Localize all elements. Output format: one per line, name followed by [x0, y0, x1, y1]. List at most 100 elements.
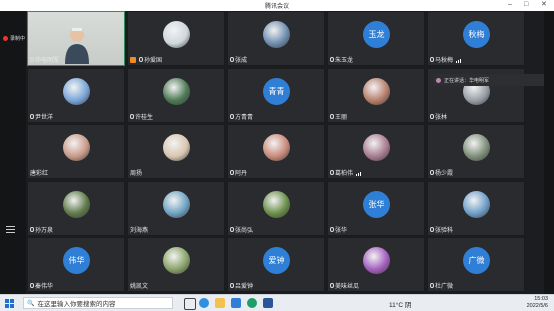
participant-tile[interactable]: 周扬 — [127, 124, 225, 179]
avatar: 张华 — [363, 190, 390, 218]
avatar — [363, 77, 390, 105]
avatar-initials: 玉龙 — [368, 30, 385, 39]
participant-tile[interactable]: 阿丹 — [227, 124, 325, 179]
word-icon[interactable] — [263, 298, 273, 308]
windows-start-icon[interactable] — [5, 299, 14, 308]
avatar — [63, 77, 90, 105]
microphone-icon — [30, 113, 34, 119]
participant-tile[interactable]: 张成 — [227, 11, 325, 66]
taskbar-search-input[interactable]: 🔍 在这里输入你要搜索的内容 — [23, 297, 173, 309]
participant-name: 张尚弘 — [235, 227, 254, 234]
participant-tile[interactable]: 刘海燕 — [127, 180, 225, 236]
participant-nameplate: 刘海燕 — [130, 225, 148, 234]
maximize-icon[interactable]: □ — [524, 1, 528, 9]
store-icon[interactable] — [231, 298, 241, 308]
participant-name: 唐彩红 — [30, 171, 49, 177]
participant-tile[interactable]: 尹世洋 — [27, 67, 125, 123]
participant-grid: 华电明军 孙爱国 张成 玉龙 朱玉龙 秋梅 马秋梅 尹世洋 许桂生 青青 方青青 王丽 张林 唐彩红 周扬阿… — [27, 11, 527, 294]
participant-nameplate: 葛柏伟 — [330, 168, 362, 177]
avatar-initials: 青青 — [268, 86, 285, 96]
participant-name: 孙爱国 — [144, 58, 163, 64]
participant-nameplate: 阿丹 — [230, 168, 247, 177]
participant-tile[interactable]: 青青方青青 — [227, 67, 325, 123]
participant-tile[interactable]: 秋梅马秋梅 — [427, 11, 525, 66]
minimize-icon[interactable]: – — [508, 1, 512, 9]
task-view-icon[interactable] — [184, 298, 196, 310]
menu-icon[interactable] — [6, 226, 15, 233]
system-clock[interactable]: 15:03 2022/5/6 — [527, 296, 548, 310]
participant-tile[interactable]: 杨少霞 — [427, 124, 525, 179]
microphone-icon — [430, 283, 434, 288]
participant-name: 王丽 — [335, 114, 348, 121]
participant-tile[interactable]: 美味丝瓜 — [327, 237, 425, 292]
avatar — [163, 190, 190, 218]
participant-tile[interactable]: 姚凯文 — [127, 237, 225, 292]
participant-nameplate: 张尚弘 — [230, 225, 253, 234]
audio-level-icon — [356, 170, 362, 176]
edge-browser-icon[interactable] — [199, 298, 209, 308]
audio-level-icon — [456, 57, 462, 63]
close-icon[interactable]: ✕ — [541, 1, 547, 9]
window-titlebar: 腾讯会议 – □ ✕ — [0, 0, 554, 11]
search-icon: 🔍 — [27, 300, 35, 307]
windows-taskbar: 🔍 在这里输入你要搜索的内容 11°C 阴 15:03 2022/5/6 — [0, 294, 554, 311]
participant-nameplate: 朱玉龙 — [330, 55, 353, 64]
participant-tile[interactable]: 爱钟 吕爱钟 — [227, 237, 325, 292]
microphone-icon — [230, 283, 234, 288]
participant-nameplate: 孙万泉 — [30, 225, 53, 234]
participant-nameplate: 唐彩红 — [30, 168, 48, 177]
participant-tile[interactable]: 唐彩红 — [27, 124, 125, 179]
avatar — [263, 21, 290, 48]
host-badge-icon — [130, 56, 136, 63]
participant-tile[interactable]: 王丽 — [327, 67, 425, 123]
left-toolbar: 录制中 — [0, 11, 26, 294]
participant-nameplate: 美味丝瓜 — [330, 281, 359, 290]
person-silhouette-icon — [65, 28, 89, 64]
participant-tile[interactable]: 华电明军 — [27, 11, 125, 66]
participant-tile[interactable]: 张华 张华 — [327, 180, 425, 236]
participant-nameplate: 杨少霞 — [430, 168, 453, 177]
participant-tile[interactable]: 广微 杜广微 — [427, 237, 525, 292]
participant-tile[interactable]: 张尚弘 — [227, 180, 325, 236]
participant-tile[interactable]: 孙万泉 — [27, 180, 125, 236]
avatar — [163, 247, 190, 274]
avatar — [463, 190, 490, 218]
participant-tile[interactable]: 张验科 — [427, 180, 525, 236]
weather-widget[interactable]: 11°C 阴 — [389, 299, 411, 309]
avatar-initials: 秋梅 — [468, 30, 485, 39]
participant-nameplate: 姚凯文 — [130, 281, 148, 290]
participant-name: 杜广微 — [435, 284, 454, 290]
participant-nameplate: 杜广微 — [430, 281, 453, 290]
participant-name: 方青青 — [235, 114, 254, 121]
microphone-icon — [330, 226, 334, 232]
search-placeholder: 在这里输入你要搜索的内容 — [37, 301, 116, 308]
avatar — [363, 134, 390, 161]
microphone-icon — [30, 226, 34, 232]
participant-nameplate: 马秋梅 — [430, 55, 462, 64]
participant-tile[interactable]: 玉龙朱玉龙 — [327, 11, 425, 66]
participant-tile[interactable]: 葛柏伟 — [327, 124, 425, 179]
microphone-icon — [330, 57, 334, 62]
participant-nameplate: 尹世洋 — [30, 112, 53, 121]
speaking-indicator: 正在讲话：华电明军 — [433, 74, 545, 86]
participant-name: 葛柏伟 — [335, 171, 354, 177]
participant-name: 秦伟华 — [35, 284, 54, 290]
avatar-initials: 爱钟 — [268, 256, 285, 265]
participant-nameplate: 张验科 — [430, 225, 453, 234]
clock-date: 2022/5/6 — [526, 303, 548, 309]
tencent-meeting-icon[interactable] — [247, 298, 257, 308]
clock-time: 15:03 — [534, 296, 548, 302]
participant-name: 华电明军 — [35, 58, 60, 64]
file-explorer-icon[interactable] — [215, 298, 225, 308]
recording-indicator[interactable]: 录制中 — [3, 35, 25, 42]
participant-nameplate: 周扬 — [130, 168, 142, 177]
avatar — [163, 21, 190, 48]
microphone-icon — [330, 113, 334, 119]
microphone-icon — [330, 170, 334, 175]
microphone-icon — [430, 226, 434, 232]
avatar — [163, 77, 190, 105]
participant-tile[interactable]: 伟华 秦伟华 — [27, 237, 125, 292]
right-scroll-rail[interactable] — [544, 11, 554, 294]
participant-tile[interactable]: 孙爱国 — [127, 11, 225, 66]
participant-tile[interactable]: 许桂生 — [127, 67, 225, 123]
